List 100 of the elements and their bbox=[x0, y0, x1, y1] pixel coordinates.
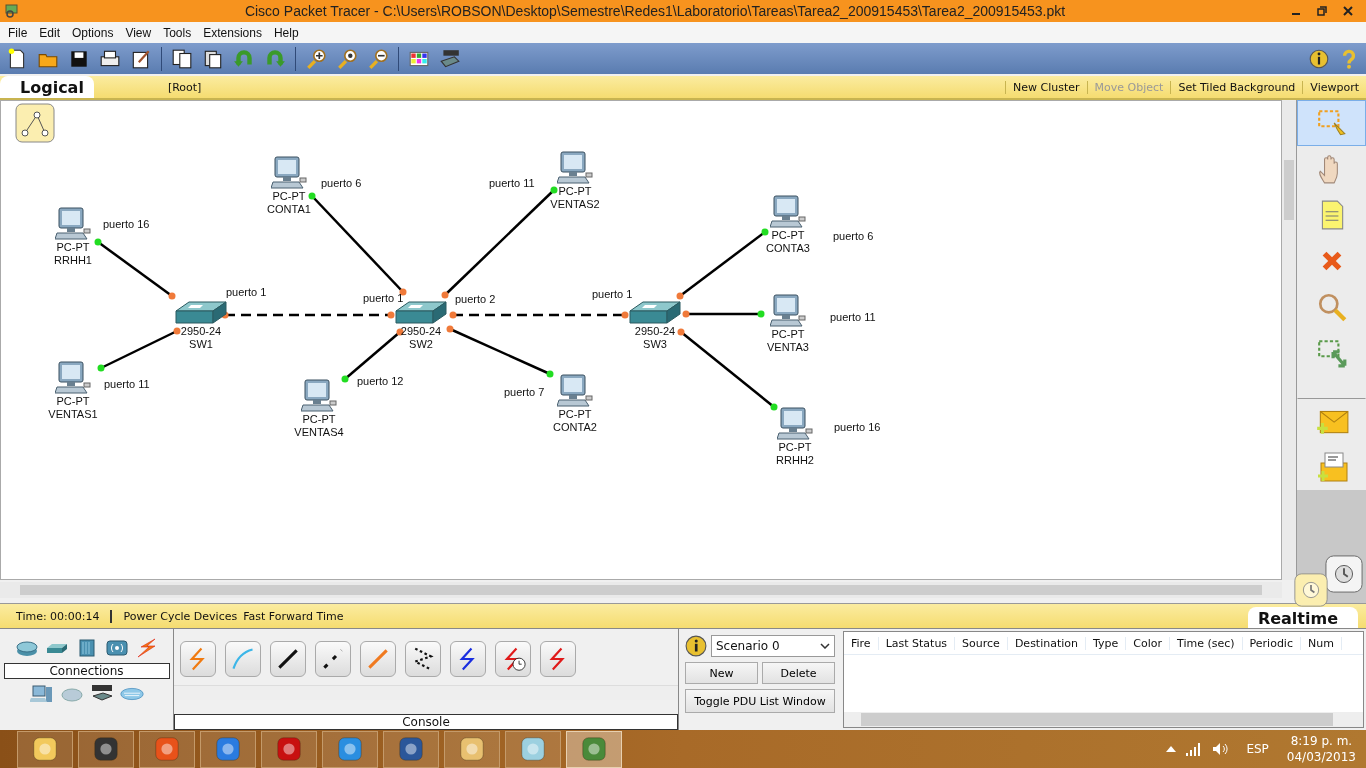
column-header[interactable]: Periodic bbox=[1242, 636, 1301, 650]
pc-icon[interactable] bbox=[55, 361, 91, 395]
device-icon[interactable] bbox=[439, 47, 461, 70]
zoom-reset-icon[interactable] bbox=[336, 47, 358, 70]
menu-item[interactable]: Options bbox=[66, 25, 120, 40]
restore-icon[interactable] bbox=[1316, 5, 1328, 17]
switch-icon[interactable] bbox=[395, 301, 447, 325]
pc-icon[interactable] bbox=[55, 207, 91, 241]
info-icon[interactable] bbox=[1308, 47, 1330, 70]
switch-icon[interactable] bbox=[175, 301, 227, 325]
column-header[interactable]: Time (sec) bbox=[1170, 636, 1243, 650]
menu-item[interactable]: File bbox=[2, 25, 34, 40]
signal-icon[interactable] bbox=[1186, 742, 1203, 756]
close-icon[interactable] bbox=[1342, 5, 1354, 17]
column-header[interactable]: Source bbox=[955, 636, 1008, 650]
clock-time[interactable]: 8:19 p. m. bbox=[1290, 733, 1353, 749]
menu-item[interactable]: Edit bbox=[33, 25, 67, 40]
cable-link[interactable] bbox=[97, 327, 181, 372]
cable-link[interactable] bbox=[221, 311, 395, 319]
chevron-down-icon bbox=[820, 643, 830, 649]
menu-item[interactable]: View bbox=[119, 25, 158, 40]
taskbar-app-button[interactable] bbox=[566, 730, 622, 768]
horizontal-scrollbar[interactable] bbox=[844, 712, 1363, 727]
device-model-label: 2950-24 bbox=[180, 325, 222, 338]
workspace-action-link[interactable]: Set Tiled Background bbox=[1170, 80, 1303, 94]
cable-type-button[interactable] bbox=[405, 641, 441, 677]
taskbar-app-button[interactable] bbox=[200, 730, 256, 768]
port-label: puerto 16 bbox=[103, 218, 150, 230]
cable-type-button[interactable] bbox=[270, 641, 306, 677]
workspace-action-link[interactable]: New Cluster bbox=[1005, 80, 1087, 94]
taskbar-app-button[interactable] bbox=[444, 730, 500, 768]
horizontal-scrollbar[interactable] bbox=[0, 582, 1282, 598]
info-icon[interactable] bbox=[685, 635, 707, 657]
cable-link[interactable] bbox=[449, 311, 629, 319]
menu-item[interactable]: Tools bbox=[157, 25, 198, 40]
language-indicator[interactable]: ESP bbox=[1246, 742, 1269, 756]
clock-date[interactable]: 04/03/2013 bbox=[1286, 749, 1356, 765]
scenario-dropdown[interactable]: Scenario 0 bbox=[711, 635, 835, 657]
pc-icon[interactable] bbox=[777, 407, 813, 441]
device-name-label: Console bbox=[174, 714, 678, 730]
port-label: puerto 2 bbox=[455, 293, 496, 305]
device-name-label: VENTAS2 bbox=[550, 198, 600, 211]
zoom-in-icon[interactable] bbox=[305, 47, 327, 70]
speaker-icon[interactable] bbox=[1212, 742, 1229, 756]
computer-icon[interactable] bbox=[29, 683, 54, 705]
vertical-scrollbar[interactable] bbox=[1282, 100, 1296, 580]
taskbar-app-button[interactable] bbox=[505, 730, 561, 768]
menu-item[interactable]: Extensions bbox=[197, 25, 268, 40]
dashed-line-icon bbox=[320, 646, 346, 672]
caret-up-icon[interactable] bbox=[1166, 746, 1177, 752]
switch-icon[interactable] bbox=[629, 301, 681, 325]
scenario-button[interactable]: Delete bbox=[762, 662, 835, 684]
topology-icon[interactable] bbox=[15, 103, 55, 143]
column-header[interactable]: Last Status bbox=[878, 636, 956, 650]
workspace-action-link[interactable]: Viewport bbox=[1302, 80, 1366, 94]
window-title: Cisco Packet Tracer - C:\Users\ROBSON\Desktop\Semestre\Redes1\Laboratorio\Tareas\Tarea2_200915453\Tarea2_200915453.pkt bbox=[243, 3, 1067, 19]
pc-icon[interactable] bbox=[557, 151, 593, 185]
taskbar-app-button[interactable] bbox=[322, 730, 378, 768]
simulation-mode-icon[interactable] bbox=[1325, 555, 1363, 593]
pc-icon[interactable] bbox=[271, 156, 307, 190]
device-model-label: PC-PT bbox=[778, 441, 812, 454]
pc-icon[interactable] bbox=[301, 379, 337, 413]
device-model-label: PC-PT bbox=[771, 328, 805, 341]
cable-link[interactable] bbox=[94, 238, 176, 300]
column-header[interactable]: Type bbox=[1086, 636, 1127, 650]
realtime-mode-icon[interactable] bbox=[1294, 573, 1328, 607]
realtime-tab[interactable]: Realtime bbox=[1247, 607, 1358, 628]
copy-icon[interactable] bbox=[171, 47, 193, 70]
scenario-button[interactable]: New bbox=[685, 662, 758, 684]
taskbar-app-button[interactable] bbox=[78, 730, 134, 768]
device-name-label: VENTA3 bbox=[767, 341, 809, 354]
wireless-icon[interactable] bbox=[104, 637, 129, 659]
status-action-link[interactable]: Fast Forward Time bbox=[237, 609, 344, 623]
column-header[interactable]: Fire bbox=[844, 636, 879, 650]
status-action-link[interactable]: Power Cycle Devices bbox=[111, 609, 238, 623]
device-name-label: RRHH1 bbox=[54, 254, 92, 267]
cable-link[interactable] bbox=[682, 310, 765, 318]
device-model-label: PC-PT bbox=[558, 185, 592, 198]
column-header[interactable]: Num bbox=[1300, 636, 1342, 650]
curved-line-icon bbox=[230, 646, 256, 672]
column-header[interactable]: Destination bbox=[1007, 636, 1086, 650]
pc-icon[interactable] bbox=[770, 195, 806, 229]
pc-icon[interactable] bbox=[770, 294, 806, 328]
column-header[interactable]: Color bbox=[1126, 636, 1170, 650]
device-name-label: SW3 bbox=[643, 338, 667, 351]
logical-tab[interactable]: Logical bbox=[0, 76, 94, 98]
device-name-label: CONTA1 bbox=[267, 203, 311, 216]
cable-link[interactable] bbox=[446, 325, 554, 378]
taskbar-app-button[interactable] bbox=[17, 730, 73, 768]
cable-type-button[interactable] bbox=[450, 641, 486, 677]
pc-icon[interactable] bbox=[557, 374, 593, 408]
taskbar-app-button[interactable] bbox=[383, 730, 439, 768]
zoom-out-icon[interactable] bbox=[367, 47, 389, 70]
menu-item[interactable]: Help bbox=[267, 25, 305, 40]
app-icon bbox=[92, 735, 120, 763]
taskbar-app-button[interactable] bbox=[139, 730, 195, 768]
diagonal-line-icon bbox=[275, 646, 301, 672]
taskbar-app-button[interactable] bbox=[261, 730, 317, 768]
toggle-pdu-list-button[interactable]: Toggle PDU List Window bbox=[685, 689, 835, 713]
port-label: puerto 11 bbox=[104, 378, 150, 390]
